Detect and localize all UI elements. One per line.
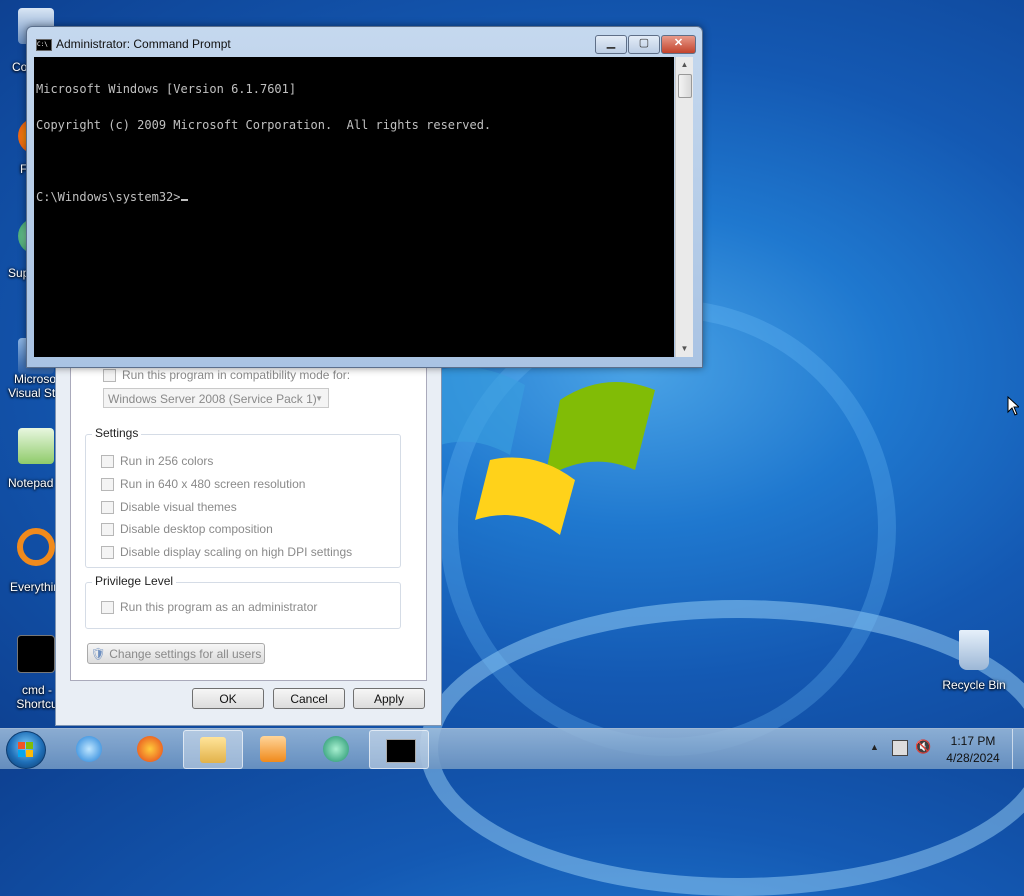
- console-line: Microsoft Windows [Version 6.1.7601]: [36, 82, 297, 96]
- window-title: Administrator: Command Prompt: [56, 37, 231, 51]
- cmd-icon: C:\: [36, 39, 52, 51]
- start-button[interactable]: [6, 731, 46, 769]
- desktop-icon-label: Notepad: [8, 476, 54, 490]
- taskbar-ie[interactable]: [60, 730, 118, 767]
- desktop-icon-label: Recycle Bin: [942, 678, 1006, 692]
- settings-option-label: Disable desktop composition: [120, 522, 273, 536]
- scroll-down-icon[interactable]: ▼: [676, 341, 693, 357]
- apply-label: Apply: [373, 692, 405, 706]
- checkbox[interactable]: [101, 522, 114, 536]
- compat-mode-checkbox[interactable]: [103, 368, 116, 382]
- settings-group: Settings Run in 256 colors Run in 640 x …: [85, 426, 401, 568]
- run-as-admin-label: Run this program as an administrator: [120, 600, 318, 614]
- privilege-title: Privilege Level: [92, 574, 177, 588]
- settings-option-label: Disable visual themes: [120, 500, 237, 514]
- apply-button[interactable]: Apply: [353, 688, 425, 709]
- compat-mode-label: Run this program in compatibility mode f…: [122, 368, 351, 382]
- taskbar-firefox[interactable]: [121, 730, 179, 767]
- show-hidden-icons-icon[interactable]: ▲: [870, 742, 879, 752]
- firefox-icon: [137, 736, 163, 762]
- recycle-bin-icon: [959, 630, 989, 670]
- clock-date: 4/28/2024: [946, 751, 1000, 765]
- taskbar-app[interactable]: [307, 730, 365, 767]
- close-icon: ✕: [673, 37, 684, 49]
- network-icon[interactable]: [892, 740, 908, 756]
- settings-option[interactable]: Disable display scaling on high DPI sett…: [101, 545, 352, 559]
- checkbox[interactable]: [101, 454, 114, 468]
- windows-flag-icon: [18, 742, 33, 757]
- cmd-icon: [386, 739, 416, 763]
- clock-time: 1:17 PM: [950, 734, 996, 748]
- settings-option[interactable]: Run in 256 colors: [101, 454, 213, 468]
- windows-logo-wallpaper: [440, 367, 655, 535]
- title-bar[interactable]: C:\ Administrator: Command Prompt ▁ ▢ ✕: [27, 27, 702, 57]
- internet-explorer-icon: [76, 736, 102, 762]
- shield-icon: 🛡: [90, 647, 106, 661]
- settings-option[interactable]: Disable desktop composition: [101, 522, 273, 536]
- console-prompt: C:\Windows\system32>: [36, 190, 181, 204]
- cancel-button[interactable]: Cancel: [273, 688, 345, 709]
- checkbox[interactable]: [101, 477, 114, 491]
- run-as-admin-row[interactable]: Run this program as an administrator: [101, 600, 317, 614]
- settings-option-label: Disable display scaling on high DPI sett…: [120, 545, 353, 559]
- mouse-pointer-icon: [1007, 396, 1019, 416]
- scrollbar-thumb[interactable]: [678, 74, 692, 98]
- chevron-down-icon: ▼: [315, 394, 323, 403]
- volume-muted-icon[interactable]: 🔇: [915, 739, 931, 755]
- cmd-icon: [17, 635, 55, 673]
- settings-option[interactable]: Run in 640 x 480 screen resolution: [101, 477, 305, 491]
- scroll-up-icon[interactable]: ▲: [676, 57, 693, 73]
- taskbar-media-player[interactable]: [244, 730, 302, 767]
- change-settings-all-users-button[interactable]: 🛡 Change settings for all users: [87, 643, 265, 664]
- settings-title: Settings: [92, 426, 142, 440]
- settings-option-label: Run in 256 colors: [120, 454, 214, 468]
- settings-option[interactable]: Disable visual themes: [101, 500, 237, 514]
- maximize-icon: ▢: [638, 37, 650, 49]
- taskbar: ▲ 🔇 1:17 PM 4/28/2024: [0, 728, 1024, 769]
- everything-icon: [17, 528, 55, 566]
- console-prompt-line: C:\Windows\system32>: [36, 191, 674, 203]
- desktop-icon-recycle-bin[interactable]: Recycle Bin: [938, 630, 1010, 692]
- maximize-button[interactable]: ▢: [628, 35, 660, 54]
- checkbox[interactable]: [101, 500, 114, 514]
- compat-mode-row[interactable]: Run this program in compatibility mode f…: [103, 368, 350, 382]
- ok-label: OK: [219, 692, 237, 706]
- console-line: Copyright (c) 2009 Microsoft Corporation…: [36, 118, 492, 132]
- clock[interactable]: 1:17 PM 4/28/2024: [940, 734, 1006, 765]
- privilege-group: Privilege Level Run this program as an a…: [85, 574, 401, 629]
- minimize-icon: ▁: [606, 37, 616, 49]
- console-output[interactable]: Microsoft Windows [Version 6.1.7601] Cop…: [34, 57, 674, 357]
- run-as-admin-checkbox[interactable]: [101, 600, 114, 614]
- text-cursor: [180, 199, 188, 201]
- compat-mode-value: Windows Server 2008 (Service Pack 1): [108, 392, 317, 406]
- checkbox[interactable]: [101, 545, 114, 559]
- media-player-icon: [260, 736, 286, 762]
- show-desktop-button[interactable]: [1012, 729, 1024, 769]
- close-button[interactable]: ✕: [661, 35, 696, 54]
- folder-icon: [200, 737, 226, 763]
- settings-option-label: Run in 640 x 480 screen resolution: [120, 477, 306, 491]
- taskbar-explorer[interactable]: [183, 730, 243, 769]
- app-icon: [323, 736, 349, 762]
- change-settings-label: Change settings for all users: [109, 647, 262, 661]
- ok-button[interactable]: OK: [192, 688, 264, 709]
- vertical-scrollbar[interactable]: ▲ ▼: [675, 57, 693, 357]
- command-prompt-window[interactable]: C:\ Administrator: Command Prompt ▁ ▢ ✕ …: [26, 26, 703, 368]
- notepad-icon: [18, 428, 54, 464]
- desktop-icon-label: Everythin: [10, 580, 61, 594]
- taskbar-cmd[interactable]: [369, 730, 429, 769]
- cancel-label: Cancel: [290, 692, 328, 706]
- compat-mode-combo[interactable]: Windows Server 2008 (Service Pack 1) ▼: [103, 388, 329, 408]
- minimize-button[interactable]: ▁: [595, 35, 627, 54]
